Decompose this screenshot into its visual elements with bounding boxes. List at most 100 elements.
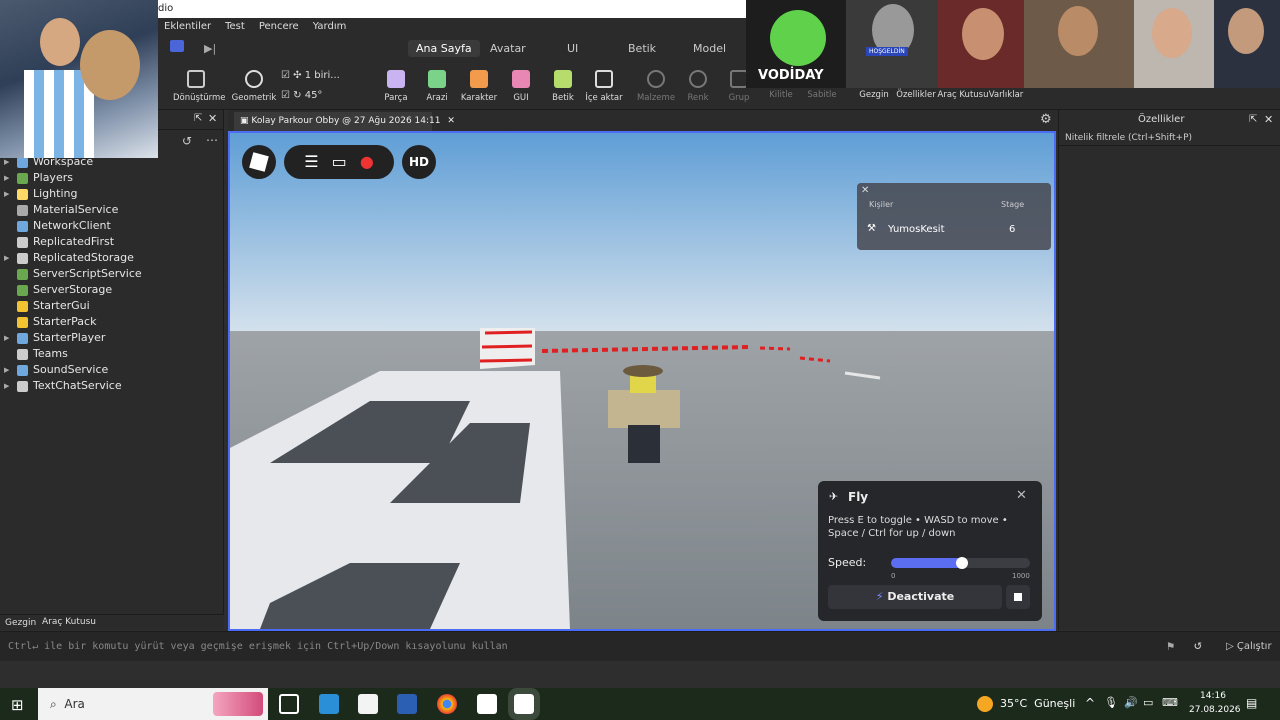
toolbox-button[interactable]: Araç Kutusu bbox=[937, 90, 989, 100]
tray-chevron-icon[interactable]: ^ bbox=[1085, 696, 1095, 710]
menu-test[interactable]: Test bbox=[225, 18, 245, 36]
store-icon[interactable] bbox=[358, 694, 378, 714]
game-viewport[interactable]: ☰ ▭ ● HD ✕ Kişiler Stage ⚒ YumosKesit 6 … bbox=[228, 131, 1056, 631]
expand-arrow-icon[interactable]: ▶ bbox=[4, 170, 14, 186]
import-button[interactable]: İçe aktar bbox=[581, 70, 627, 103]
notification-icon[interactable]: ▤ bbox=[1246, 696, 1257, 710]
transform-button[interactable]: Dönüştürme bbox=[173, 70, 226, 103]
roblox-player-icon[interactable] bbox=[477, 694, 497, 714]
clock-date[interactable]: 27.08.2026 bbox=[1189, 705, 1241, 715]
explorer-item[interactable]: ▶ ReplicatedStorage bbox=[4, 250, 134, 266]
document-tab[interactable]: ▣ Kolay Parkour Obby @ 27 Ağu 2026 14:11… bbox=[234, 112, 455, 131]
properties-button[interactable]: Özellikler bbox=[893, 90, 939, 100]
history-icon[interactable]: ↺ bbox=[1194, 638, 1202, 653]
tab-explorer[interactable]: Gezgin bbox=[5, 618, 36, 628]
hamburger-icon[interactable]: ☰ bbox=[304, 152, 318, 171]
gear-icon[interactable]: ⚙ bbox=[1040, 112, 1052, 127]
material-button[interactable]: Malzeme bbox=[633, 70, 679, 103]
explorer-item[interactable]: ▶ Lighting bbox=[4, 186, 77, 202]
topbar-pill: ☰ ▭ ● bbox=[284, 145, 394, 179]
undock-icon[interactable]: ⇱ bbox=[194, 113, 202, 124]
gui-button[interactable]: GUI bbox=[498, 70, 544, 103]
expand-arrow-icon[interactable]: ▶ bbox=[4, 250, 14, 266]
photos-icon[interactable] bbox=[319, 694, 339, 714]
tab-avatar[interactable]: Avatar bbox=[490, 42, 526, 55]
properties-close-icon[interactable]: ✕ bbox=[1264, 113, 1273, 126]
bookmark-icon[interactable]: ⚑ bbox=[1167, 639, 1174, 653]
hd-button[interactable]: HD bbox=[402, 145, 436, 179]
anchor-button[interactable]: Sabitle bbox=[799, 90, 845, 100]
history-icon[interactable]: ↺ bbox=[182, 134, 192, 148]
speed-slider-knob[interactable] bbox=[955, 557, 968, 569]
explorer-item[interactable]: ServerScriptService bbox=[4, 266, 142, 282]
menu-help[interactable]: Yardım bbox=[313, 18, 347, 36]
explorer-item[interactable]: StarterGui bbox=[4, 298, 90, 314]
explorer-item[interactable]: ▶ StarterPlayer bbox=[4, 330, 105, 346]
stop-button[interactable] bbox=[1006, 585, 1030, 609]
properties-undock-icon[interactable]: ⇱ bbox=[1249, 114, 1257, 125]
terrain-button[interactable]: Arazi bbox=[414, 70, 460, 103]
speed-slider[interactable] bbox=[891, 557, 1030, 569]
mic-tray-icon[interactable]: 🎙 bbox=[1104, 696, 1118, 709]
taskbar-search[interactable]: ⌕ Ara bbox=[38, 688, 268, 720]
move-step-field[interactable]: ☑ ✣ 1 biri... bbox=[281, 70, 361, 81]
welcome-banner: HOŞGELDİN bbox=[866, 47, 908, 56]
explorer-button[interactable]: Gezgin bbox=[851, 90, 897, 100]
play-icon[interactable]: ▶| bbox=[204, 42, 216, 55]
leaderboard-player-name[interactable]: YumosKesit bbox=[888, 224, 945, 235]
expand-arrow-icon[interactable]: ▶ bbox=[4, 378, 14, 394]
color-button[interactable]: Renk bbox=[675, 70, 721, 103]
leaderboard-close-icon[interactable]: ✕ bbox=[861, 185, 869, 196]
tab-script[interactable]: Betik bbox=[628, 42, 656, 55]
clock-time[interactable]: 14:16 bbox=[1200, 691, 1226, 701]
geometric-button[interactable]: Geometrik bbox=[231, 70, 277, 103]
close-icon[interactable]: ✕ bbox=[208, 112, 217, 125]
mic-icon[interactable]: ● bbox=[360, 152, 374, 171]
explorer-item[interactable]: ▶ SoundService bbox=[4, 362, 108, 378]
more-icon[interactable]: ⋯ bbox=[206, 133, 218, 147]
command-input[interactable]: Ctrl↵ ile bir komutu yürüt veya geçmişe … bbox=[8, 641, 1148, 652]
explorer-item[interactable]: ServerStorage bbox=[4, 282, 112, 298]
roblox-menu-button[interactable] bbox=[242, 145, 276, 179]
fly-close-icon[interactable]: ✕ bbox=[1016, 488, 1027, 503]
assets-button[interactable]: Varlıklar bbox=[983, 90, 1029, 100]
chat-icon[interactable]: ▭ bbox=[332, 152, 347, 171]
tab-toolbox[interactable]: Araç Kutusu bbox=[42, 617, 96, 627]
chrome-icon[interactable] bbox=[437, 694, 457, 714]
script-label: Betik bbox=[552, 93, 574, 103]
explorer-item[interactable]: ▶ TextChatService bbox=[4, 378, 122, 394]
volume-icon[interactable]: 🔊 bbox=[1124, 696, 1138, 709]
deactivate-button[interactable]: ⚡ Deactivate bbox=[828, 585, 1002, 609]
run-button[interactable]: ▷ Çalıştır bbox=[1226, 641, 1272, 652]
close-tab-icon[interactable]: ✕ bbox=[447, 116, 455, 126]
tab-model[interactable]: Model bbox=[693, 42, 726, 55]
windows-start-icon[interactable]: ⊞ bbox=[11, 696, 24, 714]
service-icon bbox=[17, 156, 28, 168]
network-icon[interactable]: ▭ bbox=[1143, 696, 1153, 709]
explorer-item[interactable]: Teams bbox=[4, 346, 68, 362]
explorer-item[interactable]: MaterialService bbox=[4, 202, 118, 218]
lock-button[interactable]: Kilitle bbox=[758, 90, 804, 100]
explorer-item[interactable]: ▶ Players bbox=[4, 170, 73, 186]
expand-arrow-icon[interactable]: ▶ bbox=[4, 186, 14, 202]
explorer-item[interactable]: StarterPack bbox=[4, 314, 96, 330]
explorer-item[interactable]: NetworkClient bbox=[4, 218, 111, 234]
dock-icon[interactable] bbox=[170, 40, 184, 52]
character-button[interactable]: Karakter bbox=[456, 70, 502, 103]
expand-arrow-icon[interactable]: ▶ bbox=[4, 362, 14, 378]
tab-home[interactable]: Ana Sayfa bbox=[408, 40, 480, 57]
part-button[interactable]: Parça bbox=[373, 70, 419, 103]
menu-plugins[interactable]: Eklentiler bbox=[164, 18, 211, 36]
expand-arrow-icon[interactable]: ▶ bbox=[4, 330, 14, 346]
explorer-item[interactable]: ReplicatedFirst bbox=[4, 234, 114, 250]
property-filter-input[interactable]: Nitelik filtrele (Ctrl+Shift+P) bbox=[1059, 130, 1280, 146]
script-button[interactable]: Betik bbox=[540, 70, 586, 103]
tab-ui[interactable]: UI bbox=[567, 42, 578, 55]
menu-window[interactable]: Pencere bbox=[259, 18, 299, 36]
roblox-studio-icon[interactable] bbox=[508, 688, 540, 720]
rotate-step-field[interactable]: ☑ ↻ 45° bbox=[281, 90, 361, 101]
keyboard-icon[interactable]: ⌨ bbox=[1162, 696, 1178, 709]
task-view-icon[interactable] bbox=[279, 694, 299, 714]
weather-text[interactable]: 35°C Güneşli bbox=[1000, 697, 1075, 710]
word-icon[interactable] bbox=[397, 694, 417, 714]
